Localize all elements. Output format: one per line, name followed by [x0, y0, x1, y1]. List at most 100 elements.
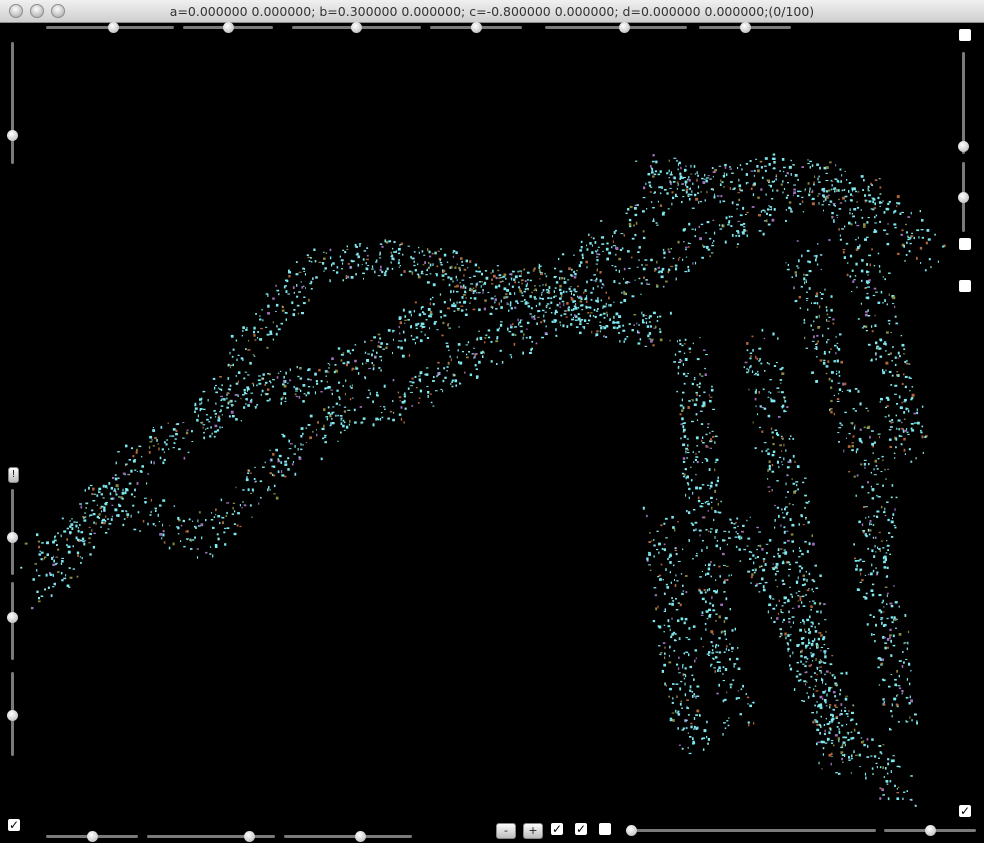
- fractal-point: [786, 194, 789, 197]
- top-slider-3[interactable]: [292, 22, 421, 34]
- fractal-point: [162, 499, 166, 502]
- slider-knob[interactable]: [351, 22, 362, 33]
- bottom-slider-4[interactable]: [625, 825, 876, 837]
- fractal-point: [894, 526, 897, 529]
- fractal-point: [540, 321, 543, 324]
- left-slider-3[interactable]: [7, 582, 19, 660]
- fractal-point: [695, 714, 699, 716]
- fractal-point: [475, 368, 478, 370]
- bottom-checkbox-3[interactable]: [599, 823, 611, 835]
- right-slider-1[interactable]: [958, 52, 970, 154]
- fractal-point: [798, 523, 800, 526]
- fractal-point: [320, 380, 323, 383]
- slider-knob[interactable]: [7, 531, 18, 543]
- fractal-point: [830, 713, 832, 717]
- fractal-point: [445, 342, 449, 344]
- fractal-point: [355, 254, 358, 256]
- fractal-point: [323, 251, 325, 253]
- slider-knob[interactable]: [7, 130, 18, 142]
- fractal-point: [890, 496, 893, 499]
- fractal-point: [810, 609, 812, 611]
- bottom-checkbox-1[interactable]: ✓: [551, 823, 563, 835]
- fractal-point: [309, 436, 312, 440]
- fractal-point: [725, 216, 728, 220]
- right-checkbox-1[interactable]: [959, 29, 971, 41]
- fractal-point: [538, 302, 541, 306]
- fractal-point: [188, 518, 191, 521]
- slider-knob[interactable]: [924, 825, 936, 836]
- zoom-out-button[interactable]: -: [496, 823, 516, 839]
- top-slider-1[interactable]: [46, 22, 174, 34]
- fractal-point: [615, 312, 619, 316]
- top-slider-4[interactable]: [430, 22, 522, 34]
- fractal-point: [277, 372, 280, 374]
- top-slider-6[interactable]: [699, 22, 791, 34]
- fractal-point: [704, 501, 707, 504]
- fractal-point: [840, 180, 842, 183]
- slider-knob[interactable]: [355, 831, 367, 842]
- slider-knob[interactable]: [86, 831, 98, 842]
- fractal-point: [586, 295, 588, 298]
- right-checkbox-2[interactable]: [959, 238, 971, 250]
- slider-knob[interactable]: [625, 825, 637, 836]
- left-slider-1[interactable]: [7, 42, 19, 164]
- fractal-point: [723, 620, 726, 623]
- fractal-point: [293, 309, 296, 311]
- left-checkbox[interactable]: ✓: [8, 819, 20, 831]
- left-slider-2[interactable]: [7, 489, 19, 575]
- fractal-point: [886, 540, 888, 542]
- fractal-canvas[interactable]: [0, 23, 984, 843]
- right-checkbox-3[interactable]: [959, 280, 971, 292]
- top-slider-2[interactable]: [183, 22, 273, 34]
- slider-knob[interactable]: [7, 710, 18, 722]
- fractal-point: [142, 519, 145, 523]
- fractal-point: [724, 668, 728, 671]
- zoom-in-button[interactable]: +: [523, 823, 543, 839]
- fractal-point: [867, 286, 870, 288]
- bottom-slider-2[interactable]: [147, 831, 275, 843]
- fractal-point: [785, 530, 789, 532]
- bottom-slider-1[interactable]: [46, 831, 138, 843]
- fractal-point: [300, 443, 302, 446]
- bottom-slider-3[interactable]: [284, 831, 412, 843]
- slider-knob[interactable]: [739, 22, 751, 33]
- slider-knob[interactable]: [958, 141, 969, 153]
- fractal-point: [877, 666, 880, 669]
- fractal-point: [446, 261, 449, 263]
- fractal-point: [122, 488, 124, 492]
- right-slider-2[interactable]: [958, 162, 970, 232]
- fractal-point: [564, 310, 566, 312]
- fractal-point: [545, 275, 548, 278]
- fractal-point: [657, 173, 661, 176]
- bottom-slider-5[interactable]: [884, 825, 976, 837]
- right-checkbox-4[interactable]: ✓: [959, 805, 971, 817]
- fractal-point: [908, 250, 911, 253]
- fractal-point: [759, 544, 762, 548]
- left-slider-4[interactable]: [7, 672, 19, 756]
- slider-knob[interactable]: [958, 191, 969, 203]
- top-slider-5[interactable]: [545, 22, 687, 34]
- bottom-checkbox-2[interactable]: ✓: [575, 823, 587, 835]
- fractal-point: [400, 417, 403, 421]
- fractal-point: [437, 361, 440, 364]
- slider-knob[interactable]: [108, 22, 120, 33]
- slider-knob[interactable]: [7, 611, 18, 623]
- fractal-point: [38, 553, 42, 555]
- fractal-point: [369, 392, 371, 396]
- slider-knob[interactable]: [243, 831, 255, 842]
- slider-knob[interactable]: [222, 22, 234, 33]
- slider-knob[interactable]: [619, 22, 631, 33]
- fractal-point: [293, 291, 295, 294]
- fractal-point: [817, 243, 819, 245]
- slider-knob[interactable]: [470, 22, 482, 33]
- fractal-point: [877, 433, 881, 435]
- fractal-point: [898, 765, 901, 768]
- fractal-point: [806, 681, 808, 684]
- fractal-point: [574, 314, 576, 317]
- info-button[interactable]: !: [8, 467, 19, 483]
- fractal-point: [69, 525, 72, 528]
- fractal-point: [276, 325, 278, 328]
- fractal-point: [823, 353, 826, 355]
- fractal-point: [709, 432, 711, 434]
- fractal-point: [473, 297, 477, 300]
